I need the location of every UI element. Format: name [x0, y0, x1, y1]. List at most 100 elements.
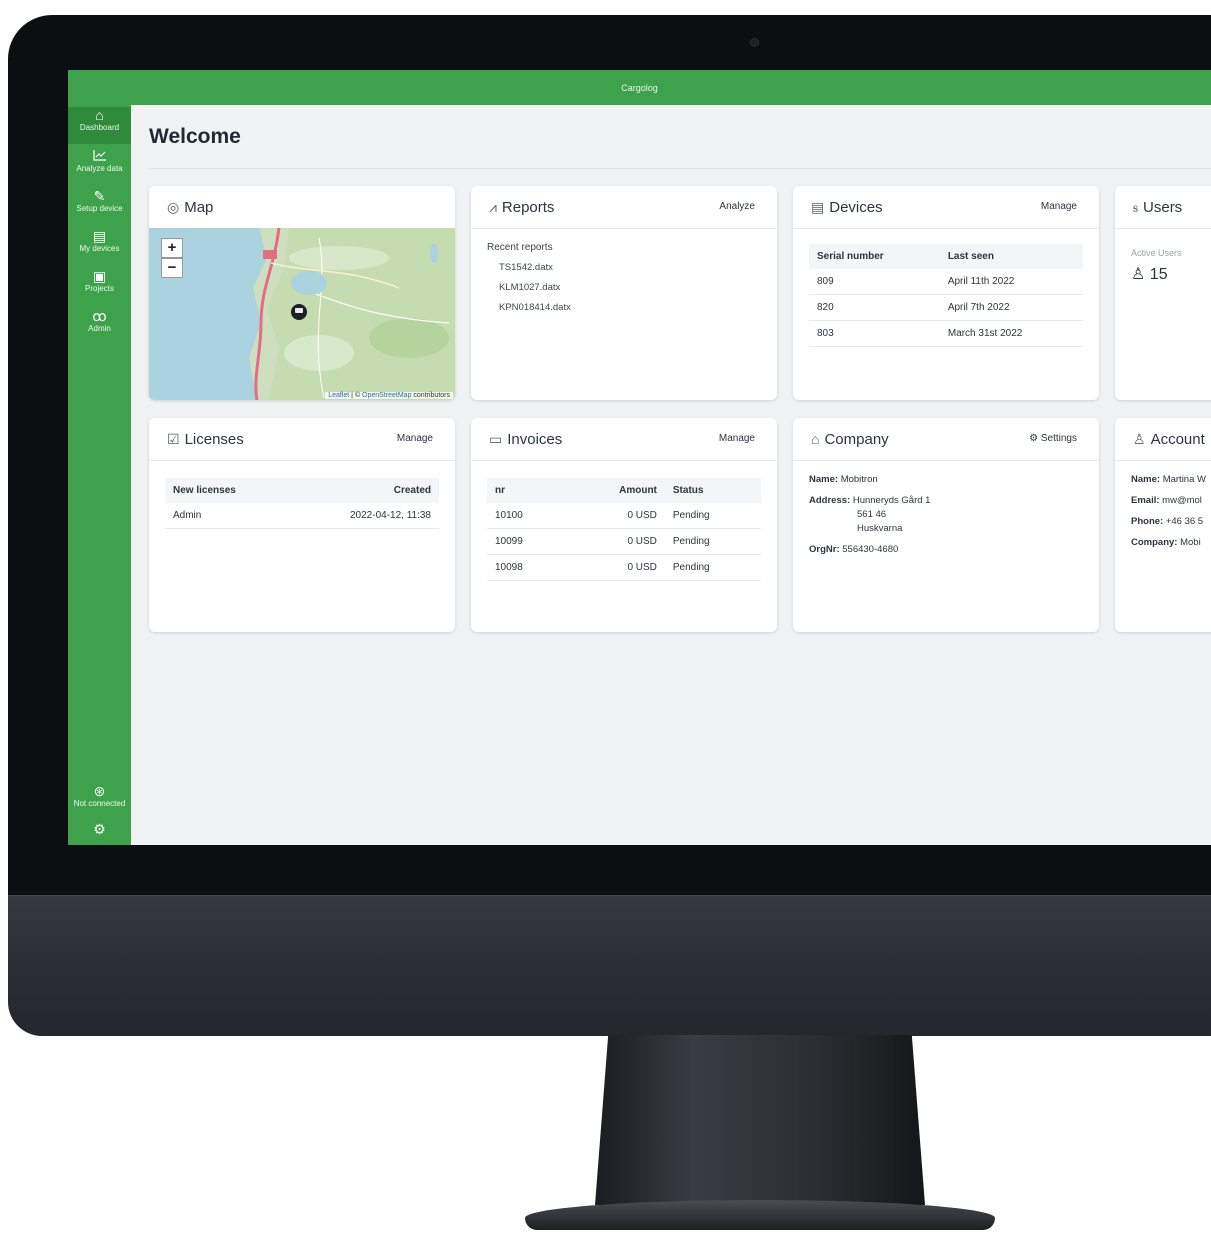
sidebar-item-label: Projects — [85, 284, 114, 293]
card-body: Name: Mobitron Address: Hunneryds Gård 1… — [809, 468, 1083, 632]
connection-status[interactable]: ⊛ Not connected — [68, 783, 131, 817]
page-title: Welcome — [149, 125, 241, 148]
invoice-icon: ▭ — [489, 431, 503, 447]
camera-dot — [750, 38, 759, 47]
connection-status-label: Not connected — [73, 799, 126, 808]
sidebar-item-projects[interactable]: ▣ Projects — [68, 268, 131, 302]
field-label: Name: — [1131, 474, 1161, 485]
settings-button[interactable]: ⚙ — [68, 821, 131, 843]
sidebar-item-my-devices[interactable]: ▤ My devices — [68, 228, 131, 262]
table-cell: April 11th 2022 — [939, 269, 1083, 295]
zoom-out-button[interactable]: − — [161, 258, 183, 278]
card-title: ⩘ Reports — [489, 199, 554, 216]
devices-card: ▤ Devices Manage Serial number Last seen … — [793, 186, 1099, 400]
analyze-link[interactable]: Analyze — [719, 201, 755, 212]
report-item[interactable]: KLM1027.datx — [499, 282, 761, 293]
sidebar-item-admin[interactable]: ꝏ Admin — [68, 308, 131, 342]
company-orgnr-row: OrgNr: 556430-4680 — [809, 544, 1083, 555]
invoices-manage-link[interactable]: Manage — [719, 433, 755, 444]
field-label: Phone: — [1131, 516, 1164, 527]
card-title: ☑ Licenses — [167, 431, 244, 448]
sidebar-item-label: Admin — [88, 324, 111, 333]
field-label: OrgNr: — [809, 544, 840, 555]
card-title-text: Devices — [829, 199, 883, 216]
license-icon: ☑ — [167, 431, 180, 447]
chart-icon — [68, 148, 131, 164]
table-row[interactable]: 10100 0 USD Pending — [487, 503, 761, 529]
address-line: 561 46 — [857, 509, 887, 520]
card-header: ☑ Licenses Manage — [149, 418, 455, 461]
table-cell: 0 USD — [566, 503, 665, 529]
account-phone-row: Phone: +46 36 5 — [1131, 516, 1211, 527]
table-cell: 10099 — [487, 528, 567, 555]
company-settings-link[interactable]: ⚙ Settings — [1029, 433, 1077, 444]
card-title: ꭶ Users — [1133, 199, 1182, 216]
devices-manage-link[interactable]: Manage — [1041, 201, 1077, 212]
map-view[interactable]: + − Leaflet | © OpenStreetMap contributo… — [149, 228, 455, 400]
card-header: ♙ Account — [1115, 418, 1211, 461]
card-header: ◎ Map — [149, 186, 455, 229]
table-header-row: nr Amount Status — [487, 478, 761, 503]
table-row[interactable]: Admin 2022-04-12, 11:38 — [165, 503, 439, 529]
devices-table: Serial number Last seen 809 April 11th 20… — [809, 244, 1083, 347]
user-icon: ♙ — [1131, 266, 1146, 283]
sidebar-item-label: Setup device — [76, 204, 123, 213]
settings-label: Settings — [1040, 433, 1077, 444]
sidebar-item-label: Dashboard — [79, 123, 120, 132]
map-attribution: Leaflet | © OpenStreetMap contributors — [325, 392, 453, 399]
address-line: Hunneryds Gård 1 — [852, 495, 931, 506]
table-cell: 10098 — [487, 554, 567, 581]
table-row[interactable]: 803 March 31st 2022 — [809, 320, 1083, 347]
recent-reports-label: Recent reports — [487, 242, 553, 253]
card-title: ▤ Devices — [811, 199, 883, 216]
card-title: ⌂ Company — [811, 431, 889, 448]
card-header: ⩘ Reports Analyze — [471, 186, 777, 229]
licenses-table: New licenses Created Admin 2022-04-12, 11… — [165, 478, 439, 529]
column-header: Created — [287, 478, 439, 503]
account-card: ♙ Account Name: Martina W Email: mw@mol P… — [1115, 418, 1211, 632]
main-content: Welcome ◎ Map + − Leaflet | © OpenStreet… — [131, 105, 1211, 845]
status-cell: Pending — [664, 528, 761, 555]
card-header: ⌂ Company ⚙ Settings — [793, 418, 1099, 461]
table-cell: 0 USD — [566, 528, 665, 555]
gear-icon: ⚙ — [1029, 433, 1041, 444]
chart-icon: ⩘ — [489, 199, 497, 215]
card-header: ▭ Invoices Manage — [471, 418, 777, 461]
card-title-text: Reports — [501, 199, 555, 216]
licenses-manage-link[interactable]: Manage — [397, 433, 433, 444]
sidebar-item-setup-device[interactable]: ✎ Setup device — [68, 188, 131, 222]
reports-card: ⩘ Reports Analyze Recent reports TS1542.d… — [471, 186, 777, 400]
card-title-text: Company — [824, 431, 889, 448]
invoices-table: nr Amount Status 10100 0 USD Pending 10099… — [487, 478, 761, 581]
report-item[interactable]: TS1542.datx — [499, 262, 761, 273]
table-cell: 820 — [809, 294, 940, 321]
device-icon: ▤ — [92, 228, 107, 244]
field-label: Name: — [809, 474, 839, 485]
company-card: ⌂ Company ⚙ Settings Name: Mobitron Addre… — [793, 418, 1099, 632]
field-label: Email: — [1131, 495, 1160, 506]
table-row[interactable]: 10099 0 USD Pending — [487, 528, 761, 555]
zoom-in-button[interactable]: + — [161, 238, 183, 258]
table-row[interactable]: 10098 0 USD Pending — [487, 554, 761, 581]
licenses-card: ☑ Licenses Manage New licenses Created Ad… — [149, 418, 455, 632]
column-header: Status — [664, 478, 761, 503]
table-row[interactable]: 820 April 7th 2022 — [809, 294, 1083, 321]
sidebar-item-label: My devices — [79, 244, 120, 253]
map-tiles — [149, 228, 455, 400]
card-body: Active Users ♙ 15 — [1131, 228, 1211, 400]
attribution-separator: | © — [349, 392, 363, 399]
sidebar-item-dashboard[interactable]: ⌂ Dashboard — [68, 107, 131, 144]
card-body: nr Amount Status 10100 0 USD Pending 10099… — [487, 478, 761, 632]
table-header-row: New licenses Created — [165, 478, 439, 503]
card-title-text: Users — [1143, 199, 1183, 216]
osm-link[interactable]: OpenStreetMap — [362, 392, 411, 399]
report-item[interactable]: KPN018414.datx — [499, 302, 761, 313]
table-row[interactable]: 809 April 11th 2022 — [809, 269, 1083, 295]
leaflet-link[interactable]: Leaflet — [328, 392, 349, 399]
gear-icon: ⚙ — [93, 821, 106, 837]
sidebar-item-analyze-data[interactable]: Analyze data — [68, 148, 131, 182]
sidebar: ⌂ Dashboard Analyze data ✎ Setup device … — [68, 105, 131, 845]
table-cell: 2022-04-12, 11:38 — [287, 503, 439, 529]
company-name-row: Name: Mobitron — [809, 474, 1083, 485]
account-name: Martina W — [1162, 474, 1206, 485]
